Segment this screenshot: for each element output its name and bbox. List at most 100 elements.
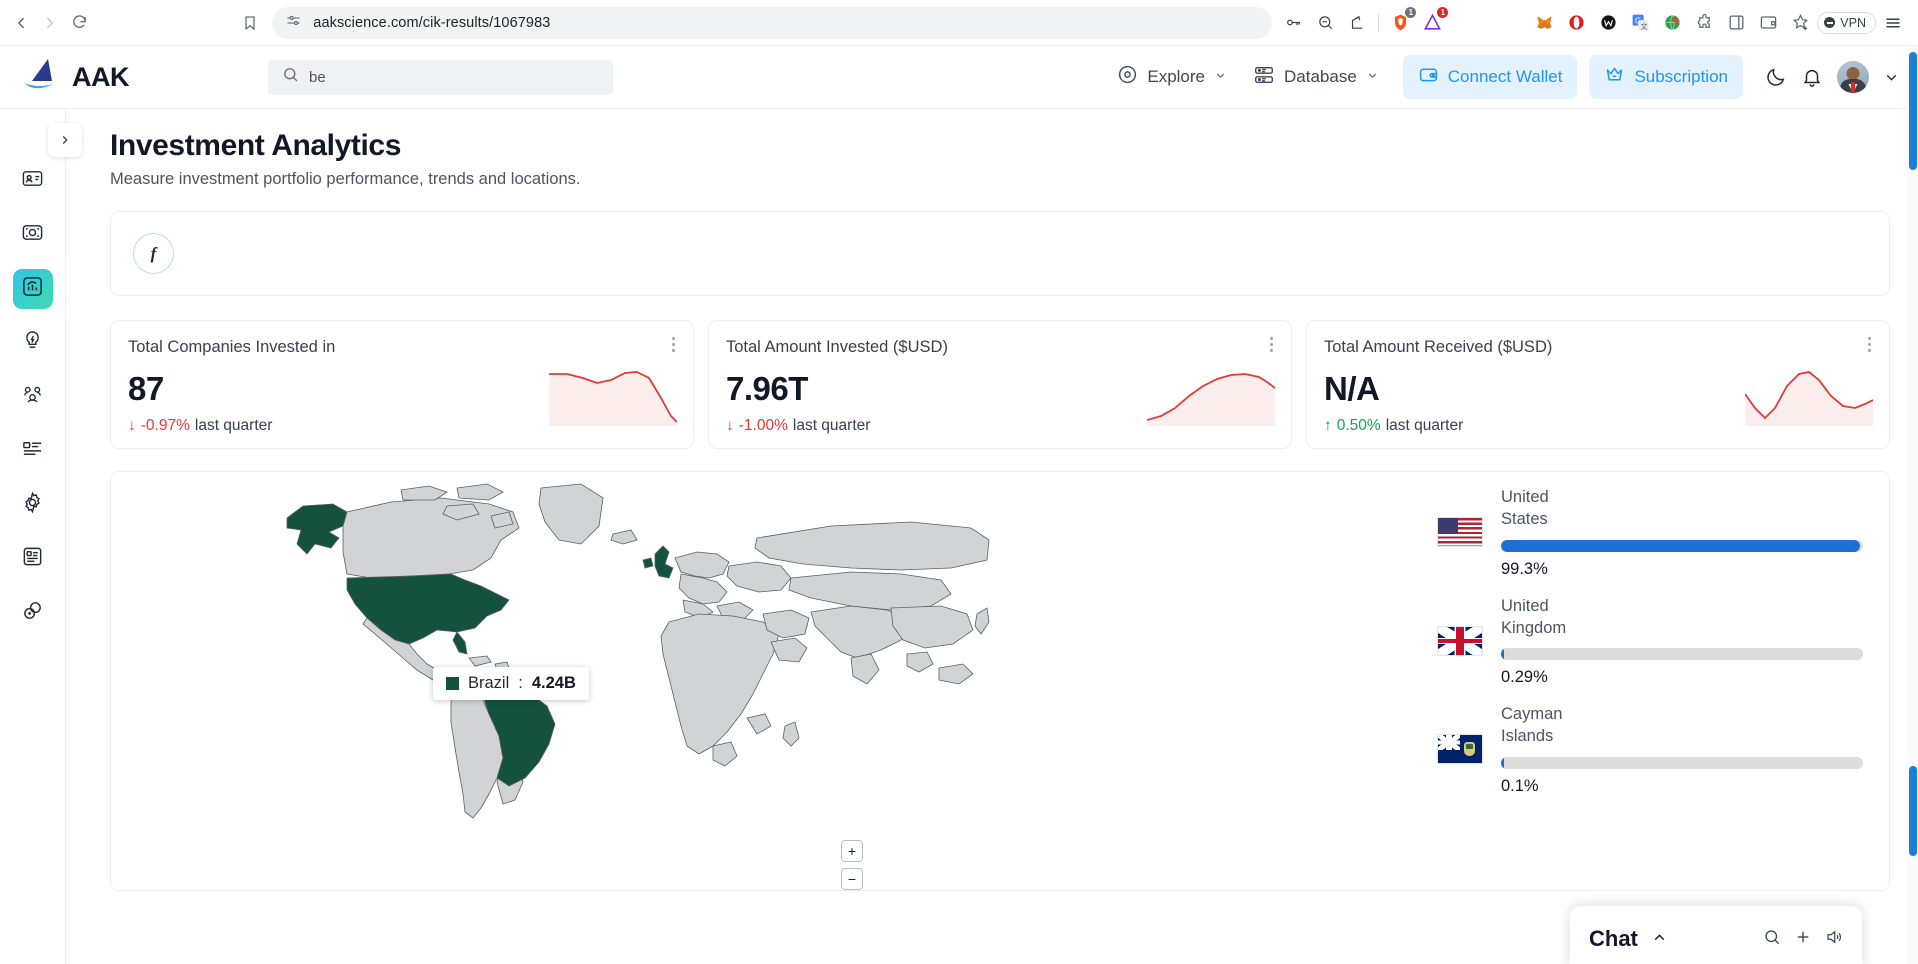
header-nav: Explore Database Connect Wallet Subscrip… [1107, 55, 1743, 99]
stat-cards-row: Total Companies Invested in 87 ↓ -0.97% … [110, 320, 1890, 449]
bookmark-icon[interactable] [240, 8, 260, 38]
sidebar-item-list[interactable] [13, 431, 53, 471]
delta-label: last quarter [1385, 417, 1464, 434]
bell-notification-icon[interactable] [1801, 66, 1823, 88]
share-icon[interactable] [1342, 8, 1372, 38]
nav-explore[interactable]: Explore [1107, 56, 1237, 98]
scrollbar-thumb[interactable] [1909, 52, 1917, 170]
sidebar-item-capture[interactable] [13, 215, 53, 255]
hamburger-menu-icon[interactable] [1878, 8, 1908, 38]
map-zoom-in-button[interactable]: + [841, 840, 863, 862]
metamask-fox-icon[interactable] [1529, 8, 1559, 38]
sidebar-item-links[interactable] [13, 593, 53, 633]
page-scrollbar[interactable] [1907, 46, 1918, 964]
back-button[interactable] [10, 6, 33, 40]
brand-logo[interactable]: AAK [0, 57, 268, 98]
map-zoom-out-button[interactable]: − [841, 868, 863, 890]
stat-card-companies-invested: Total Companies Invested in 87 ↓ -0.97% … [110, 320, 694, 449]
chevron-up-icon[interactable] [1651, 929, 1668, 950]
app-body: Investment Analytics Measure investment … [0, 109, 1918, 964]
zoom-out-icon[interactable] [1310, 8, 1340, 38]
list-item[interactable]: Cayman Islands 0.1% [1437, 703, 1863, 796]
user-avatar[interactable] [1837, 61, 1869, 93]
search-icon[interactable] [1763, 928, 1781, 951]
wallet-dark-icon[interactable] [1593, 8, 1623, 38]
facebook-icon[interactable]: f [133, 233, 174, 274]
sparkline-chart [1745, 371, 1873, 426]
sidebar-item-analytics[interactable] [12, 269, 53, 309]
scrollbar-thumb-secondary[interactable] [1909, 766, 1917, 856]
sidebar-item-documents[interactable] [13, 539, 53, 579]
triangle-alert-icon[interactable]: 1 [1417, 6, 1449, 38]
sidebar-item-community[interactable] [13, 377, 53, 417]
database-server-icon [1253, 64, 1275, 91]
cayman-islands-flag [1437, 734, 1483, 765]
list-item[interactable]: United States 99.3% [1437, 486, 1863, 579]
search-icon [282, 66, 299, 88]
us-flag [1437, 517, 1483, 548]
delta-percent: -1.00% [738, 417, 788, 434]
url-text: aakscience.com/cik-results/1067983 [313, 14, 551, 31]
world-map[interactable]: Brazil: 4.24B + − [111, 472, 1419, 890]
stat-title: Total Amount Received ($USD) [1324, 338, 1553, 356]
sparkline-chart [549, 371, 677, 426]
site-settings-icon[interactable] [286, 13, 301, 33]
document-text-icon [21, 545, 44, 573]
add-icon[interactable] [1794, 928, 1812, 951]
browser-extensions: 1 1 G文 VPN [1278, 6, 1908, 38]
sailboat-wave-logo [22, 57, 64, 98]
card-menu-button[interactable] [1270, 337, 1273, 355]
list-view-icon [21, 437, 44, 465]
password-key-icon[interactable] [1278, 8, 1308, 38]
card-menu-button[interactable] [672, 337, 675, 355]
stat-title: Total Amount Invested ($USD) [726, 338, 948, 356]
country-name: United States [1501, 488, 1549, 529]
link-chain-icon [21, 599, 44, 627]
page-title: Investment Analytics [110, 129, 401, 162]
chat-title: Chat [1589, 926, 1638, 951]
header-user-actions [1743, 61, 1918, 93]
forward-button[interactable] [39, 6, 62, 40]
globe-download-icon[interactable] [1657, 8, 1687, 38]
nav-explore-label: Explore [1147, 67, 1205, 86]
puzzle-extension-icon[interactable] [1689, 8, 1719, 38]
subscription-button[interactable]: Subscription [1589, 55, 1743, 99]
users-group-icon [21, 383, 44, 411]
search-input[interactable]: be [268, 59, 613, 95]
chat-widget[interactable]: Chat [1570, 906, 1862, 964]
vpn-button[interactable]: VPN [1817, 11, 1876, 34]
reload-button[interactable] [68, 6, 91, 40]
brave-shield-icon[interactable]: 1 [1385, 6, 1417, 38]
svg-text:文: 文 [1640, 22, 1647, 31]
brave-badge: 1 [1405, 6, 1417, 18]
sidebar-item-settings[interactable] [13, 485, 53, 525]
nav-database[interactable]: Database [1243, 56, 1389, 99]
country-progress-bar [1501, 756, 1863, 769]
contact-card-icon [21, 167, 44, 195]
country-progress-bar [1501, 648, 1863, 661]
list-item[interactable]: United Kingdom 0.29% [1437, 595, 1863, 688]
world-map-svg[interactable] [251, 482, 991, 882]
card-menu-button[interactable] [1868, 337, 1871, 355]
connect-wallet-button[interactable]: Connect Wallet [1402, 55, 1578, 99]
wallet-card-icon[interactable] [1753, 8, 1783, 38]
add-star-icon[interactable] [1785, 8, 1815, 38]
chevron-down-icon[interactable] [1883, 69, 1900, 86]
country-progress-bar [1501, 539, 1863, 552]
delta-arrow-down-icon: ↓ [128, 417, 136, 434]
address-bar[interactable]: aakscience.com/cik-results/1067983 [272, 6, 1273, 39]
sparkline-chart [1147, 373, 1275, 426]
crown-icon [1604, 64, 1625, 90]
opera-icon[interactable] [1561, 8, 1591, 38]
sidebar-panel-icon[interactable] [1721, 8, 1751, 38]
stat-card-amount-received: Total Amount Received ($USD) N/A ↑ 0.50%… [1306, 320, 1890, 449]
wallet-icon [1418, 64, 1439, 90]
moon-dark-mode-icon[interactable] [1765, 66, 1787, 88]
speaker-icon[interactable] [1825, 928, 1843, 951]
google-translate-icon[interactable]: G文 [1625, 8, 1655, 38]
sidebar-item-profile[interactable] [13, 161, 53, 201]
world-map-card: Brazil: 4.24B + − United States 99.3% Un… [110, 471, 1890, 891]
chat-actions [1763, 928, 1843, 951]
chevron-down-icon [1366, 69, 1379, 85]
sidebar-item-insights[interactable] [13, 323, 53, 363]
